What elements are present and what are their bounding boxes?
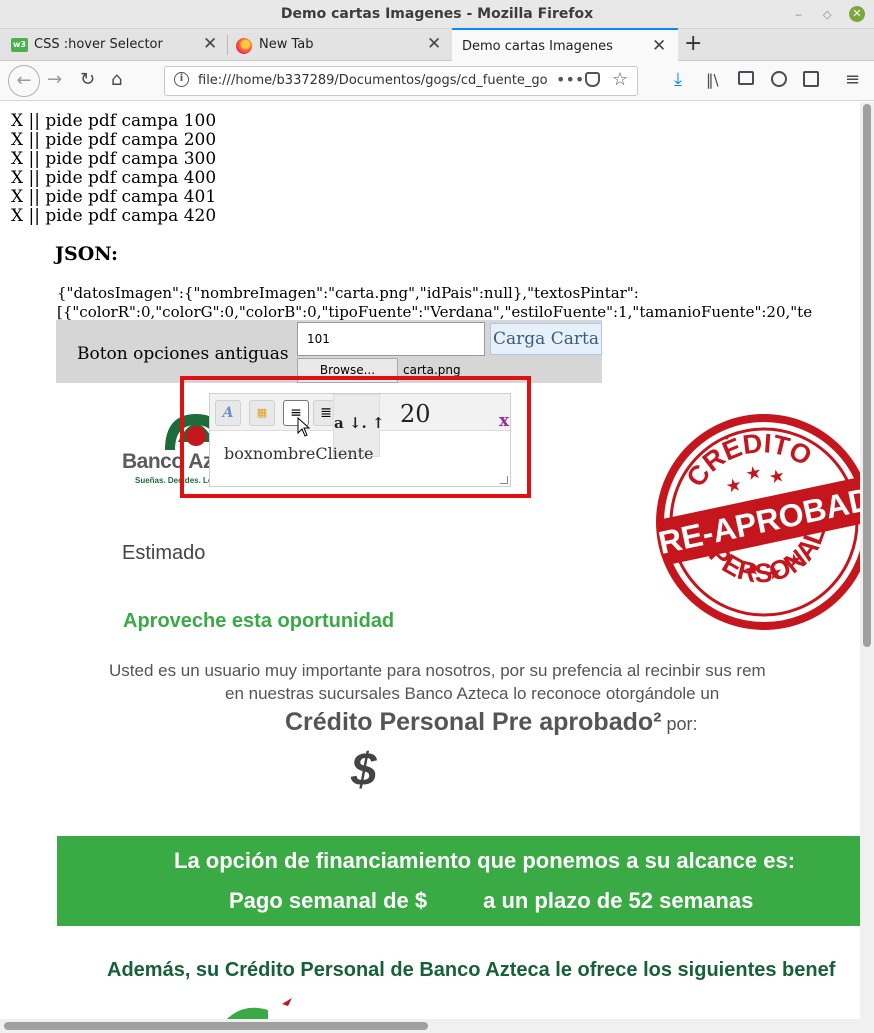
tab-strip: w3 CSS :hover Selector ✕ New Tab ✕ Demo … xyxy=(0,28,874,61)
tab-new-tab[interactable]: New Tab ✕ xyxy=(228,29,452,61)
options-panel: Boton opciones antiguas Carga Carta Brow… xyxy=(56,320,602,383)
tab-demo-cartas[interactable]: Demo cartas Imagenes ✕ xyxy=(452,28,678,61)
home-icon[interactable]: ⌂ xyxy=(111,69,122,90)
bookmark-star-icon[interactable]: ☆ xyxy=(612,69,628,90)
selected-file-name: carta.png xyxy=(403,363,461,377)
campa-link[interactable]: X || pide pdf campa 200 xyxy=(11,131,216,150)
term-label: a un plazo de 52 semanas xyxy=(483,888,754,913)
json-line: {"datosImagen":{"nombreImagen":"carta.pn… xyxy=(57,284,639,302)
back-icon[interactable]: ← xyxy=(8,65,40,97)
navigation-bar: ← → ↻ ⌂ i file:///home/b337289/Documento… xyxy=(0,61,874,101)
amount-currency: $ xyxy=(351,743,377,795)
page-content: X || pide pdf campa 100 X || pide pdf ca… xyxy=(0,102,860,1019)
w3schools-icon: w3 xyxy=(11,38,28,52)
minimize-icon[interactable]: ‒ xyxy=(795,8,802,21)
body-text-line: en nuestras sucursales Banco Azteca lo r… xyxy=(225,684,720,703)
stamp-middle-text: PRE-APROBADO xyxy=(652,475,860,565)
financing-headline: La opción de financiamiento que ponemos … xyxy=(174,848,796,873)
campa-link-list: X || pide pdf campa 100 X || pide pdf ca… xyxy=(11,112,216,226)
download-icon[interactable]: ⤓ xyxy=(674,69,682,90)
maximize-icon[interactable]: ◇ xyxy=(823,8,831,21)
payment-line: Pago semanal de $ a un plazo de 52 semana… xyxy=(229,888,753,914)
page-actions-icon[interactable]: ••• xyxy=(556,70,584,89)
campa-link[interactable]: X || pide pdf campa 300 xyxy=(11,150,216,169)
vertical-scrollbar[interactable] xyxy=(860,102,874,1019)
star-icon: ★ xyxy=(744,462,764,486)
sidebar-icon[interactable] xyxy=(738,71,754,85)
offer-headline: Aproveche esta oportunidad xyxy=(123,610,395,632)
title-bar: Demo cartas Imagenes - Mozilla Firefox ‒… xyxy=(0,0,874,29)
tab-label: New Tab xyxy=(259,37,314,52)
reload-icon[interactable]: ↻ xyxy=(80,69,95,90)
campa-link[interactable]: X || pide pdf campa 400 xyxy=(11,169,216,188)
forward-icon[interactable]: → xyxy=(47,69,62,90)
benefits-heading: Además, su Crédito Personal de Banco Azt… xyxy=(107,959,836,981)
json-heading: JSON: xyxy=(55,243,118,265)
window-title: Demo cartas Imagenes - Mozilla Firefox xyxy=(280,6,594,22)
tab-css-hover[interactable]: w3 CSS :hover Selector ✕ xyxy=(0,29,228,61)
url-text[interactable]: file:///home/b337289/Documentos/gogs/cd_… xyxy=(198,73,548,88)
scrollbar-thumb[interactable] xyxy=(4,1022,428,1030)
bottom-logo-icon xyxy=(227,998,292,1019)
library-icon[interactable]: ‖\ xyxy=(706,71,719,89)
new-tab-icon[interactable]: + xyxy=(684,31,702,56)
star-icon: ★ xyxy=(724,474,744,498)
credit-por: por: xyxy=(661,714,698,734)
star-icon: ★ xyxy=(767,465,787,489)
scrollbar-thumb[interactable] xyxy=(863,104,871,647)
firefox-icon xyxy=(236,38,252,54)
account-icon[interactable] xyxy=(771,71,787,87)
highlight-annotation xyxy=(180,376,531,498)
tab-label: Demo cartas Imagenes xyxy=(462,39,613,54)
financing-band: La opción de financiamiento que ponemos … xyxy=(57,836,860,926)
address-bar[interactable]: i file:///home/b337289/Documentos/gogs/c… xyxy=(164,66,638,96)
credit-title-line: Crédito Personal Pre aprobado² por: xyxy=(285,708,698,737)
options-label: Boton opciones antiguas xyxy=(77,344,289,364)
close-window-icon[interactable]: ✕ xyxy=(849,6,865,22)
close-tab-icon[interactable]: ✕ xyxy=(652,36,666,56)
horizontal-scrollbar[interactable] xyxy=(0,1019,874,1033)
json-output: {"datosImagen":{"nombreImagen":"carta.pn… xyxy=(57,284,860,322)
campa-link[interactable]: X || pide pdf campa 420 xyxy=(11,207,216,226)
greeting-text: Estimado xyxy=(122,542,206,564)
pre-approved-stamp: CRÉDITO PERSONAL PRE-APROBADO ★ ★ ★ ★ ★ … xyxy=(652,414,860,630)
campa-link[interactable]: X || pide pdf campa 401 xyxy=(11,188,216,207)
tab-label: CSS :hover Selector xyxy=(34,37,163,52)
campa-link[interactable]: X || pide pdf campa 100 xyxy=(11,112,216,131)
menu-icon[interactable]: ≡ xyxy=(845,69,860,90)
load-letter-button[interactable]: Carga Carta xyxy=(490,323,602,355)
credit-title: Crédito Personal Pre aprobado² xyxy=(285,708,662,736)
site-info-icon[interactable]: i xyxy=(174,72,189,87)
close-tab-icon[interactable]: ✕ xyxy=(203,34,217,54)
close-tab-icon[interactable]: ✕ xyxy=(427,34,441,54)
campa-input[interactable] xyxy=(297,322,485,356)
body-text-line: Usted es un usuario muy importante para … xyxy=(109,661,766,680)
pocket-icon[interactable] xyxy=(585,72,600,87)
weekly-payment-label: Pago semanal de $ xyxy=(229,888,428,913)
screenshot-icon[interactable] xyxy=(803,71,819,87)
